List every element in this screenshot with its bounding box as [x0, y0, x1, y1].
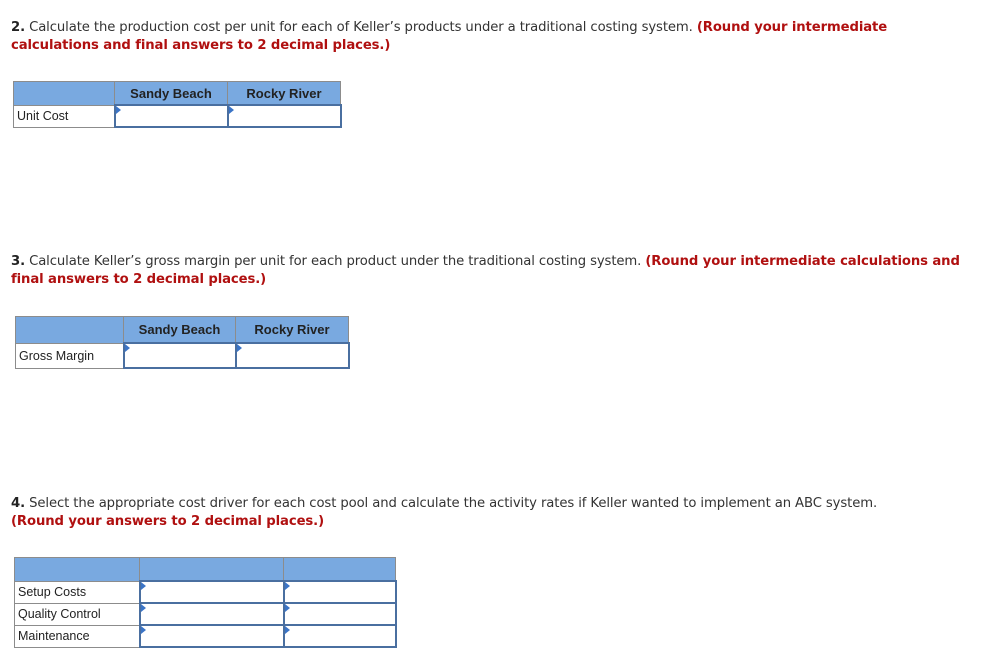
header-blank	[14, 557, 140, 582]
row-label-quality-control: Quality Control	[14, 602, 140, 626]
dropdown-flag-icon	[140, 582, 146, 590]
quality-control-rate-cell[interactable]	[282, 602, 397, 626]
header-blank	[13, 81, 115, 106]
gross-margin-sandy-beach-input[interactable]	[124, 347, 235, 364]
table-row: Setup Costs	[14, 580, 397, 604]
table-row: Quality Control	[14, 602, 397, 626]
gross-margin-rocky-river-input[interactable]	[236, 347, 348, 364]
gross-margin-rocky-river-cell[interactable]	[234, 342, 350, 369]
row-label-unit-cost: Unit Cost	[13, 104, 115, 128]
input-flag-icon	[236, 344, 242, 352]
dropdown-flag-icon	[140, 604, 146, 612]
table-header-row: Sandy Beach Rocky River	[13, 81, 341, 106]
header-rocky-river: Rocky River	[235, 316, 349, 344]
question-number: 4.	[11, 496, 25, 511]
header-blank	[15, 316, 124, 344]
table-row: Gross Margin	[15, 342, 350, 369]
maintenance-rate-cell[interactable]	[282, 624, 397, 648]
question-4-prompt: 4. Select the appropriate cost driver fo…	[11, 495, 971, 531]
question-text: Calculate the production cost per unit f…	[25, 20, 697, 35]
quality-control-driver-cell[interactable]	[138, 602, 285, 626]
question-3-prompt: 3. Calculate Keller’s gross margin per u…	[11, 253, 971, 289]
maintenance-driver-cell[interactable]	[138, 624, 285, 648]
table-header-row	[14, 557, 396, 582]
unit-cost-sandy-beach-input[interactable]	[115, 107, 227, 125]
setup-costs-rate-cell[interactable]	[282, 580, 397, 604]
setup-costs-rate-input[interactable]	[284, 583, 395, 601]
table-header-row: Sandy Beach Rocky River	[15, 316, 349, 344]
unit-cost-table: Sandy Beach Rocky River Unit Cost	[13, 81, 342, 128]
question-text: Select the appropriate cost driver for e…	[25, 496, 878, 511]
activity-rates-table: Setup Costs Quality Control Maintenance	[14, 557, 397, 648]
input-flag-icon	[284, 604, 290, 612]
row-label-maintenance: Maintenance	[14, 624, 140, 648]
unit-cost-sandy-beach-cell[interactable]	[113, 104, 229, 128]
question-number: 3.	[11, 254, 25, 269]
unit-cost-rocky-river-input[interactable]	[228, 107, 340, 125]
rounding-instruction: (Round your answers to 2 decimal places.…	[11, 514, 324, 529]
header-sandy-beach: Sandy Beach	[114, 81, 228, 106]
question-number: 2.	[11, 20, 25, 35]
input-flag-icon	[284, 582, 290, 590]
row-label-gross-margin: Gross Margin	[15, 342, 124, 369]
input-flag-icon	[115, 106, 121, 114]
gross-margin-sandy-beach-cell[interactable]	[122, 342, 237, 369]
question-text: Calculate Keller’s gross margin per unit…	[25, 254, 646, 269]
unit-cost-rocky-river-cell[interactable]	[226, 104, 342, 128]
question-2-prompt: 2. Calculate the production cost per uni…	[11, 19, 971, 55]
gross-margin-table: Sandy Beach Rocky River Gross Margin	[15, 316, 350, 369]
maintenance-driver-select[interactable]	[140, 627, 283, 645]
input-flag-icon	[124, 344, 130, 352]
setup-costs-driver-cell[interactable]	[138, 580, 285, 604]
quality-control-driver-select[interactable]	[140, 605, 283, 623]
quality-control-rate-input[interactable]	[284, 605, 395, 623]
dropdown-flag-icon	[140, 626, 146, 634]
header-rocky-river: Rocky River	[227, 81, 341, 106]
header-activity-rate	[283, 557, 396, 582]
input-flag-icon	[228, 106, 234, 114]
header-cost-driver	[139, 557, 284, 582]
maintenance-rate-input[interactable]	[284, 627, 395, 645]
setup-costs-driver-select[interactable]	[140, 583, 283, 601]
header-sandy-beach: Sandy Beach	[123, 316, 236, 344]
input-flag-icon	[284, 626, 290, 634]
row-label-setup-costs: Setup Costs	[14, 580, 140, 604]
table-row: Maintenance	[14, 624, 397, 648]
table-row: Unit Cost	[13, 104, 342, 128]
